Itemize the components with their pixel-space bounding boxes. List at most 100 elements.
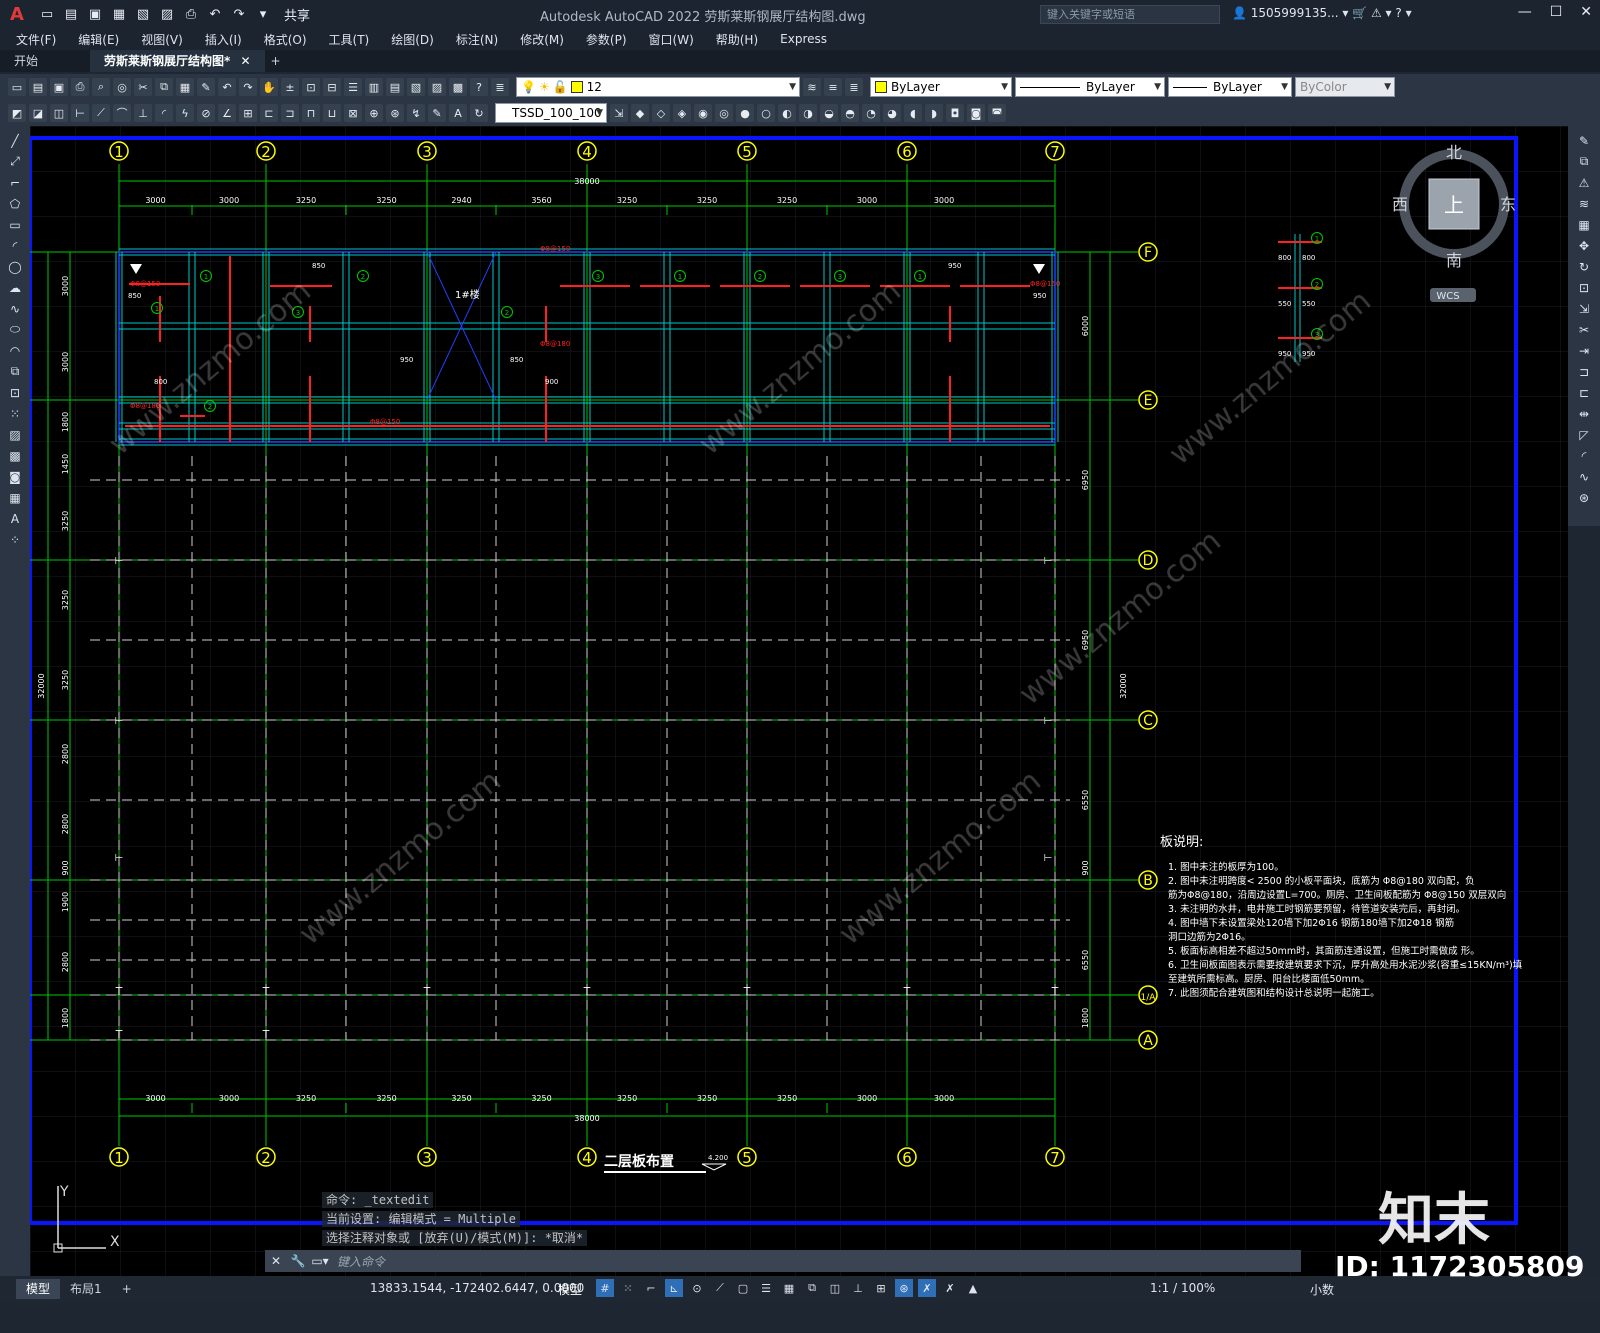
dim-text-edit-icon[interactable]: A bbox=[449, 104, 467, 122]
menu-file[interactable]: 文件(F) bbox=[16, 31, 56, 48]
construction-line-icon[interactable]: ⤢ bbox=[5, 153, 25, 170]
fillet-icon[interactable]: ◜ bbox=[1574, 447, 1594, 464]
gradient-icon[interactable]: ▩ bbox=[5, 447, 25, 464]
array-icon[interactable]: ▦ bbox=[1574, 216, 1594, 233]
annotation-scale-icon[interactable]: ▲ bbox=[964, 1279, 982, 1297]
open-icon[interactable]: ▤ bbox=[62, 5, 80, 23]
baseline-icon[interactable]: ⊏ bbox=[260, 104, 278, 122]
menu-format[interactable]: 格式(O) bbox=[264, 31, 307, 48]
view-3d-icon-l[interactable]: ◔ bbox=[862, 104, 880, 122]
model-space-button[interactable]: 模型 bbox=[558, 1281, 582, 1298]
share-button[interactable]: 共享 bbox=[284, 5, 310, 24]
layer-previous-icon[interactable]: ≡ bbox=[824, 78, 842, 96]
snap-icon[interactable]: ⁙ bbox=[619, 1279, 637, 1297]
plot-icon[interactable]: ⎙ bbox=[182, 5, 200, 23]
customize-cmd-icon[interactable]: 🔧 bbox=[287, 1254, 309, 1268]
add-layout-button[interactable]: + bbox=[112, 1279, 142, 1299]
make-current-icon[interactable]: ≋ bbox=[803, 78, 821, 96]
view-3d-icon-c[interactable]: ◈ bbox=[673, 104, 691, 122]
zoom-window-icon[interactable]: ⊡ bbox=[302, 78, 320, 96]
new-icon[interactable]: ▭ bbox=[38, 5, 56, 23]
grid-icon[interactable]: # bbox=[596, 1279, 614, 1297]
open-icon[interactable]: ▤ bbox=[29, 78, 47, 96]
view-3d-icon-d[interactable]: ◉ bbox=[694, 104, 712, 122]
iso-icon[interactable]: ⟋ bbox=[711, 1279, 729, 1297]
lineweight-icon[interactable]: ☰ bbox=[757, 1279, 775, 1297]
dim-update-icon[interactable]: ↻ bbox=[470, 104, 488, 122]
plotstyle-dropdown[interactable]: ByColor ▼ bbox=[1295, 77, 1395, 97]
tolerance-icon[interactable]: ⊠ bbox=[344, 104, 362, 122]
view-3d-icon-p[interactable]: ◘ bbox=[946, 104, 964, 122]
quick-dim-icon[interactable]: ⊞ bbox=[239, 104, 257, 122]
tool-icon-b[interactable]: ◪ bbox=[29, 104, 47, 122]
search-input[interactable]: 键入关键字或短语 bbox=[1040, 5, 1220, 24]
menu-help[interactable]: 帮助(H) bbox=[716, 31, 758, 48]
lineweight-dropdown[interactable]: ByLayer ▼ bbox=[1168, 77, 1292, 97]
view-3d-icon-g[interactable]: ○ bbox=[757, 104, 775, 122]
tab-start[interactable]: 开始 bbox=[0, 50, 90, 72]
3d-osnap-icon[interactable]: ◫ bbox=[826, 1279, 844, 1297]
view-3d-icon-i[interactable]: ◑ bbox=[799, 104, 817, 122]
add-selected-icon[interactable]: ⁘ bbox=[5, 531, 25, 548]
minimize-icon[interactable]: — bbox=[1518, 4, 1532, 20]
view-3d-icon-k[interactable]: ◓ bbox=[841, 104, 859, 122]
view-3d-icon-e[interactable]: ◎ bbox=[715, 104, 733, 122]
menu-view[interactable]: 视图(V) bbox=[141, 31, 183, 48]
view-3d-icon-n[interactable]: ◖ bbox=[904, 104, 922, 122]
save-icon[interactable]: ▣ bbox=[50, 78, 68, 96]
save-as-icon[interactable]: ▦ bbox=[110, 5, 128, 23]
spline-icon[interactable]: ∿ bbox=[5, 300, 25, 317]
blend-icon[interactable]: ∿ bbox=[1574, 468, 1594, 485]
ortho-icon[interactable]: ⊾ bbox=[665, 1279, 683, 1297]
close-cmd-icon[interactable]: ✕ bbox=[265, 1254, 287, 1268]
revcloud-icon[interactable]: ☁ bbox=[5, 279, 25, 296]
view-3d-icon-m[interactable]: ◕ bbox=[883, 104, 901, 122]
markup-icon[interactable]: ▨ bbox=[428, 78, 446, 96]
design-center-icon[interactable]: ▥ bbox=[365, 78, 383, 96]
menu-draw[interactable]: 绘图(D) bbox=[391, 31, 434, 48]
layer-state-icon[interactable]: ≣ bbox=[845, 78, 863, 96]
coordinates-readout[interactable]: 13833.1544, -172402.6447, 0.0000 bbox=[370, 1281, 584, 1295]
tool-icon-a[interactable]: ◩ bbox=[8, 104, 26, 122]
extend-icon[interactable]: ⇥ bbox=[1574, 342, 1594, 359]
filter-icon[interactable]: ⊞ bbox=[872, 1279, 890, 1297]
break-point-icon[interactable]: ⊐ bbox=[1574, 363, 1594, 380]
angular-icon[interactable]: ∠ bbox=[218, 104, 236, 122]
copy-icon[interactable]: ⧉ bbox=[155, 78, 173, 96]
circle-icon[interactable]: ◯ bbox=[5, 258, 25, 275]
linetype-dropdown[interactable]: ByLayer ▼ bbox=[1015, 77, 1165, 97]
osnap-icon[interactable]: ▢ bbox=[734, 1279, 752, 1297]
view-3d-icon-h[interactable]: ◐ bbox=[778, 104, 796, 122]
dim-edit-icon[interactable]: ✎ bbox=[428, 104, 446, 122]
erase-icon[interactable]: ✎ bbox=[1574, 132, 1594, 149]
infer-icon[interactable]: ⌐ bbox=[642, 1279, 660, 1297]
copy-object-icon[interactable]: ⧉ bbox=[1574, 153, 1594, 170]
arc-icon[interactable]: ◜ bbox=[5, 237, 25, 254]
open-web-icon[interactable]: ▧ bbox=[134, 5, 152, 23]
view-3d-icon-f[interactable]: ● bbox=[736, 104, 754, 122]
calculator-icon[interactable]: ▩ bbox=[449, 78, 467, 96]
make-block-icon[interactable]: ⊡ bbox=[5, 384, 25, 401]
jogged-icon[interactable]: ϟ bbox=[176, 104, 194, 122]
polygon-icon[interactable]: ⬠ bbox=[5, 195, 25, 212]
menu-tools[interactable]: 工具(T) bbox=[329, 31, 370, 48]
offset-icon[interactable]: ≋ bbox=[1574, 195, 1594, 212]
diameter-icon[interactable]: ⊘ bbox=[197, 104, 215, 122]
tab-close-icon[interactable]: ✕ bbox=[240, 54, 250, 68]
arc-length-icon[interactable]: ⌒ bbox=[113, 104, 131, 122]
redo-icon[interactable]: ↷ bbox=[239, 78, 257, 96]
command-input[interactable]: 键入命令 bbox=[337, 1253, 385, 1270]
properties-icon[interactable]: ☰ bbox=[344, 78, 362, 96]
pan-icon[interactable]: ✋ bbox=[260, 78, 278, 96]
inspect-icon[interactable]: ⊛ bbox=[386, 104, 404, 122]
new-icon[interactable]: ▭ bbox=[8, 78, 26, 96]
rotate-icon[interactable]: ↻ bbox=[1574, 258, 1594, 275]
customize-icon[interactable]: ▾ bbox=[254, 5, 272, 23]
view-3d-icon-j[interactable]: ◒ bbox=[820, 104, 838, 122]
linear-dim-icon[interactable]: ⊢ bbox=[71, 104, 89, 122]
redo-icon[interactable]: ↷ bbox=[230, 5, 248, 23]
close-icon[interactable]: ✕ bbox=[1580, 4, 1592, 20]
mtext-icon[interactable]: A bbox=[5, 510, 25, 527]
view-3d-icon-r[interactable]: ◚ bbox=[988, 104, 1006, 122]
polyline-icon[interactable]: ⌐ bbox=[5, 174, 25, 191]
